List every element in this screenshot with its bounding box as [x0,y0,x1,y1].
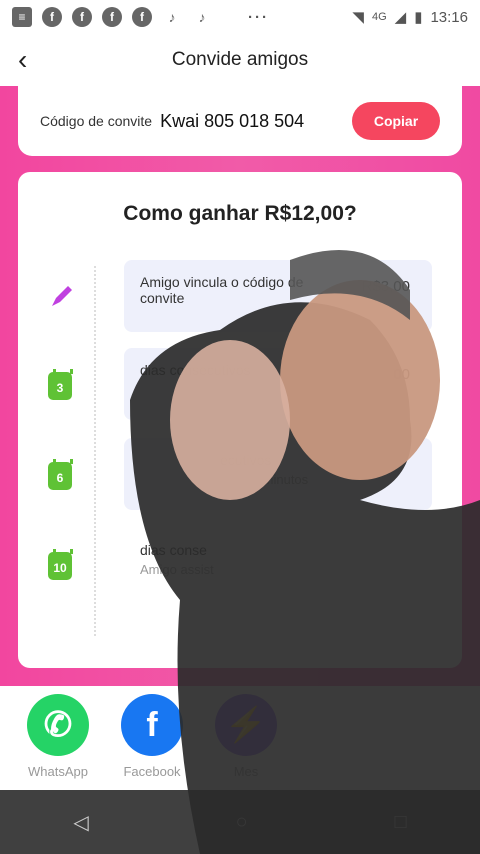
step-amount: R$3,00 [361,278,410,295]
share-label: Mes [233,764,259,779]
share-messenger[interactable]: ⚡ Mes [214,694,278,782]
how-to-earn-card: Como ganhar R$12,00? Amigo vincula o cód… [18,172,462,668]
clock: 13:16 [430,8,468,26]
page-title: Convide amigos [171,49,309,70]
recents-nav-icon[interactable]: □ [394,811,406,834]
facebook-icon: f [72,7,92,27]
invite-code-value: Kwai 805 018 504 [160,110,305,131]
back-nav-icon[interactable]: ◁ [73,810,88,835]
wifi-icon: ◥ [352,9,364,26]
step-bind-code: Amigo vincula o código de convite R$3,00 [124,260,432,332]
whatsapp-icon: ✆ [27,694,89,756]
facebook-icon: f [102,7,122,27]
share-bar: ✆ WhatsApp f Facebook ⚡ Mes [0,686,480,790]
step-text: ecutivos [220,452,272,468]
more-notifications: ··· [248,8,269,26]
copy-button[interactable]: Copiar [352,102,440,140]
pencil-icon [48,282,72,310]
share-label: WhatsApp [28,764,88,779]
facebook-icon: f [121,694,183,756]
invite-code-label: Código de convite [40,113,153,129]
battery-icon: ▮ [414,9,423,26]
step-subtext: ste a 3 minutos [220,472,309,487]
share-facebook[interactable]: f Facebook [120,694,184,782]
home-nav-icon[interactable]: ○ [236,811,248,834]
signal-icon: ◢ [394,9,407,26]
tiktok-icon: ♪ [168,9,176,25]
step-subtext: Amigo assist [140,562,214,577]
calendar-icon: 3 [48,369,73,400]
facebook-icon: f [132,7,152,27]
step-10-days: dias conse Amigo assist [124,528,432,600]
network-type: 4G [371,11,387,23]
invite-code-card: Código de convite Kwai 805 018 504 Copia… [18,86,462,156]
share-whatsapp[interactable]: ✆ WhatsApp [26,694,90,782]
step-6-days: ecutivos ste a 3 minutos [124,438,432,510]
step-amount: 00 [393,366,410,383]
step-text: dias consecutivos [140,362,251,378]
tiktok-icon: ♪ [198,9,206,25]
step-text: Amigo vincula o código de convite [140,274,304,306]
back-arrow-icon[interactable]: ‹ [18,46,46,74]
facebook-icon: f [42,7,62,27]
step-3-days: dias consecutivos 00 [124,348,432,420]
status-bar: ≡ f f f f ♪ ♪ ··· ◥ 4G ◢ ▮ 13:16 [0,0,480,34]
messenger-icon: ⚡ [215,694,277,756]
calendar-icon: 10 [48,549,73,580]
earn-title: Como ganhar R$12,00? [123,202,357,225]
app-header: ‹ Convide amigos [0,34,480,86]
calendar-icon: 6 [48,459,73,490]
timeline-line [94,266,96,636]
step-text: dias conse [140,542,207,558]
share-label: Facebook [123,764,181,779]
system-nav-bar: ◁ ○ □ [0,790,480,854]
news-icon: ≡ [12,7,32,27]
